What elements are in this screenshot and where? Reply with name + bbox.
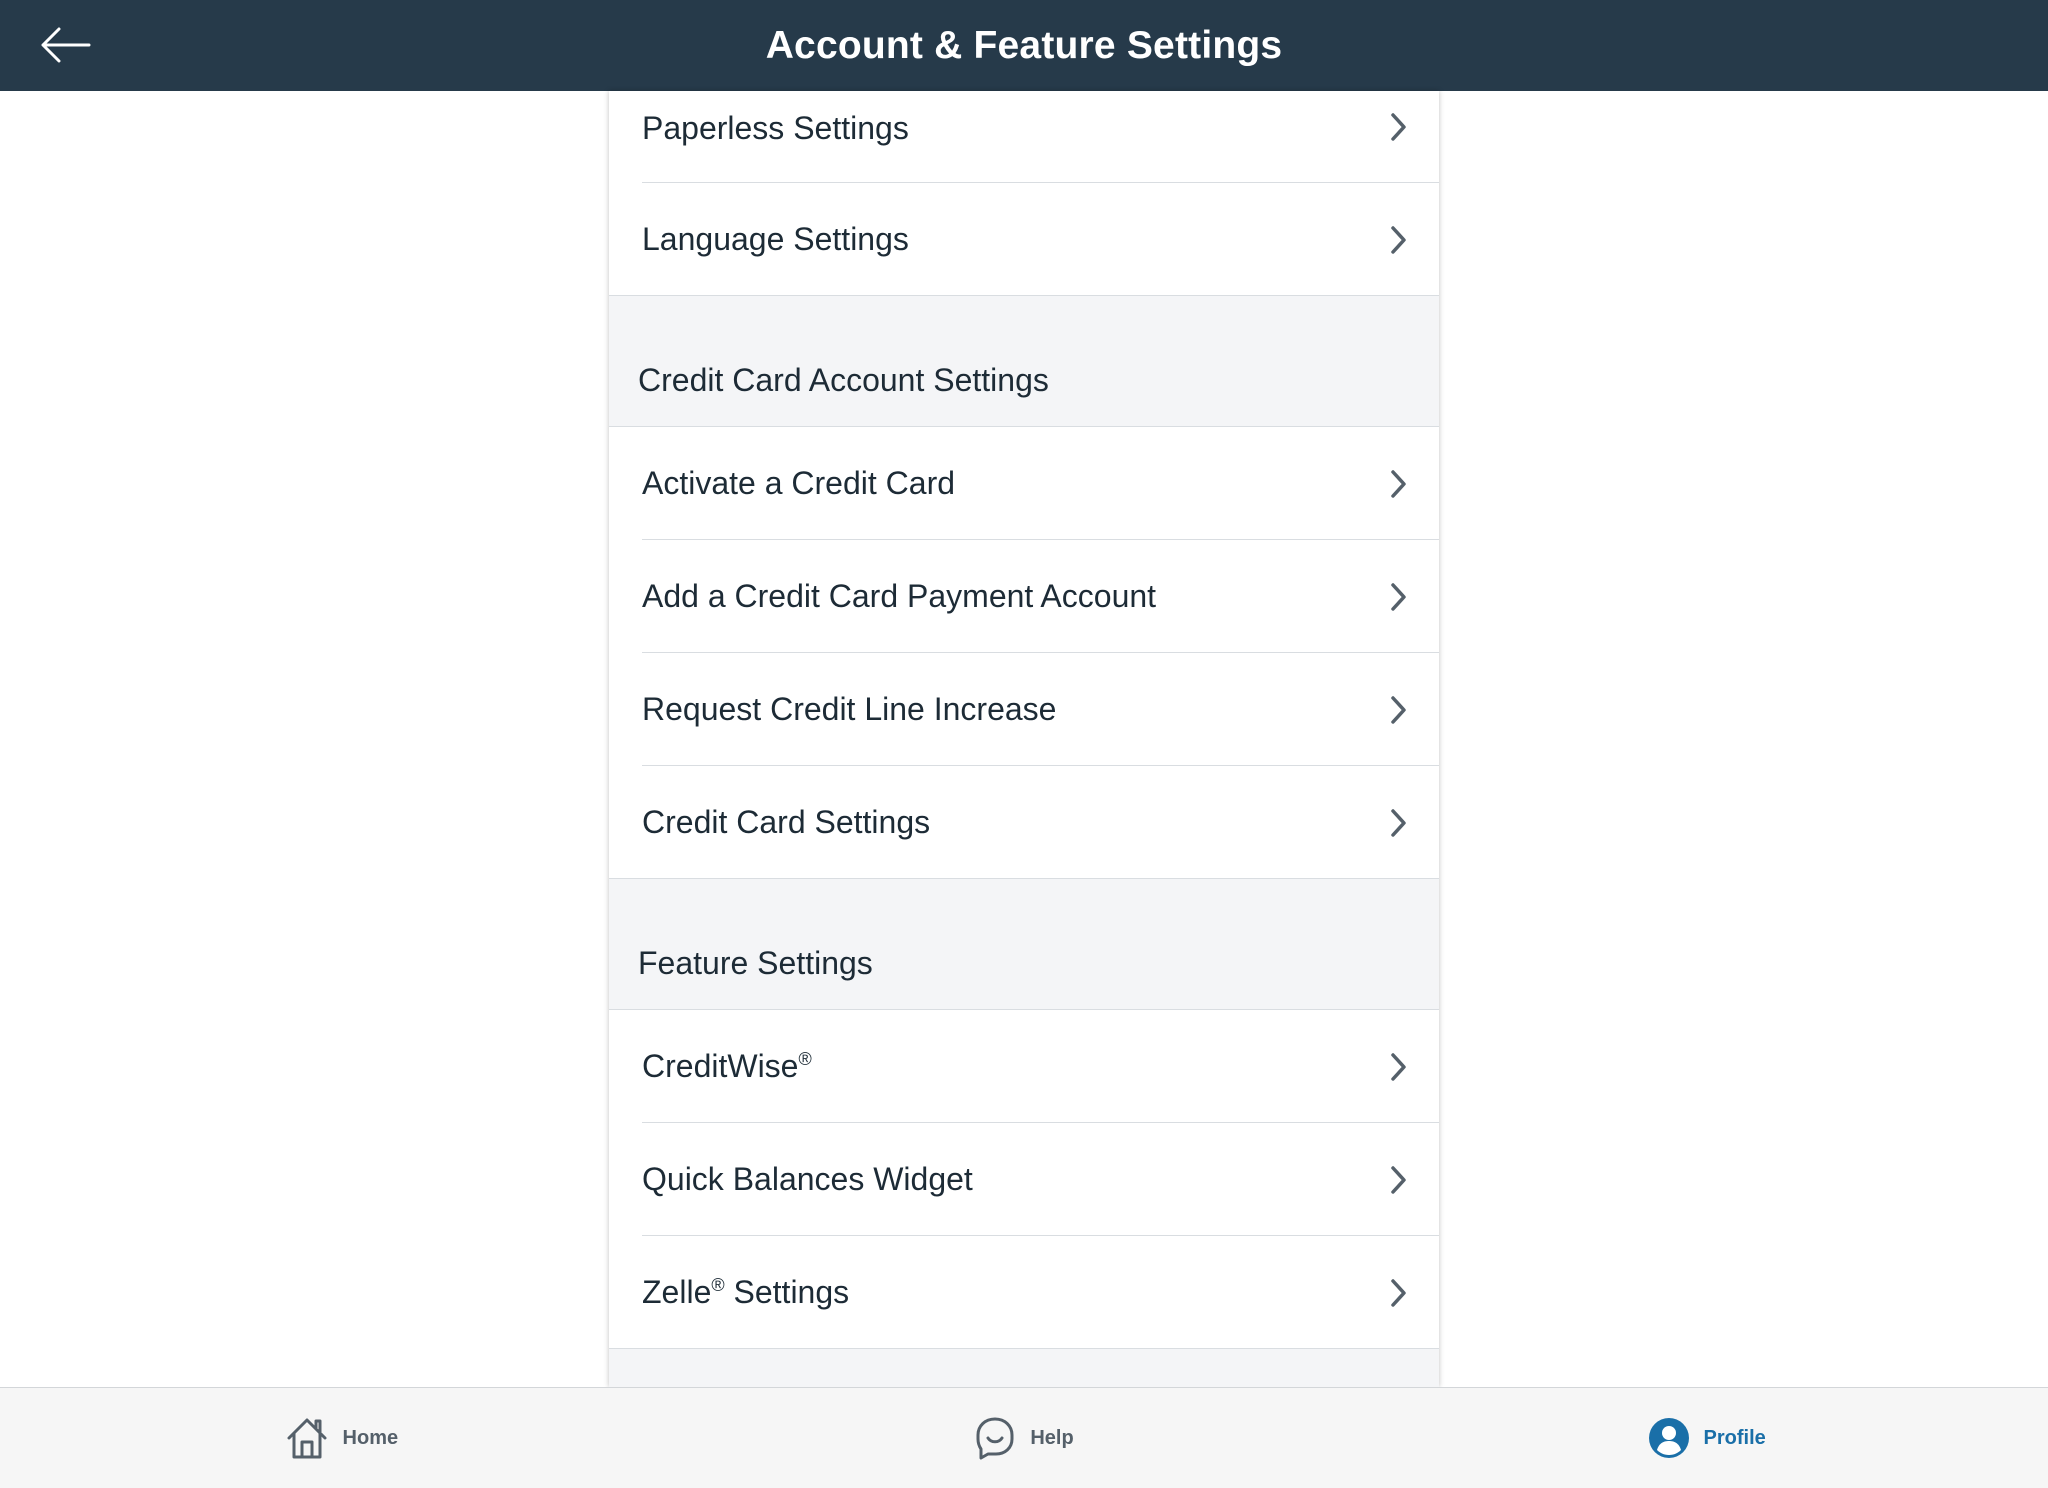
row-label: Quick Balances Widget — [642, 1161, 973, 1197]
row-label: Paperless Settings — [642, 109, 909, 146]
settings-row-language[interactable]: Language Settings — [609, 183, 1439, 296]
section-title: Feature Settings — [638, 945, 873, 981]
tab-label: Profile — [1703, 1426, 1766, 1449]
settings-row-activate-card[interactable]: Activate a Credit Card — [609, 427, 1439, 540]
tab-help[interactable]: Help — [683, 1388, 1366, 1488]
chevron-right-icon — [1385, 222, 1413, 258]
row-label: CreditWise® — [642, 1048, 812, 1084]
tab-label: Home — [342, 1426, 399, 1449]
profile-icon — [1648, 1418, 1689, 1458]
chevron-right-icon — [1385, 805, 1413, 841]
chevron-right-icon — [1385, 692, 1413, 728]
back-button[interactable] — [30, 14, 100, 76]
row-label: Credit Card Settings — [642, 804, 931, 840]
settings-row-creditwise[interactable]: CreditWise® — [609, 1010, 1439, 1123]
chat-bubble-icon — [976, 1417, 1014, 1460]
row-label: Add a Credit Card Payment Account — [642, 578, 1157, 614]
row-label: Request Credit Line Increase — [642, 691, 1057, 727]
settings-row-quick-balances[interactable]: Quick Balances Widget — [609, 1123, 1439, 1236]
row-label: Language Settings — [642, 221, 909, 257]
registered-mark: ® — [798, 1049, 812, 1069]
settings-row-paperless[interactable]: Paperless Settings — [609, 91, 1439, 183]
section-header-feature: Feature Settings — [609, 879, 1439, 1010]
settings-row-credit-card-settings[interactable]: Credit Card Settings — [609, 766, 1439, 879]
arrow-left-icon — [41, 27, 91, 63]
row-label: Activate a Credit Card — [642, 465, 956, 501]
chevron-right-icon — [1385, 1162, 1413, 1198]
section-title: Credit Card Account Settings — [638, 362, 1049, 398]
app-header: Account & Feature Settings — [0, 0, 2048, 91]
chevron-right-icon — [1385, 1275, 1413, 1311]
chevron-right-icon — [1385, 109, 1413, 145]
bottom-tab-bar: Home Help Profile — [0, 1387, 2048, 1488]
row-label: Zelle® Settings — [642, 1274, 850, 1310]
tab-profile[interactable]: Profile — [1365, 1388, 2048, 1488]
chevron-right-icon — [1385, 466, 1413, 502]
settings-row-zelle[interactable]: Zelle® Settings — [609, 1236, 1439, 1349]
home-icon — [287, 1418, 327, 1459]
tab-label: Help — [1030, 1426, 1074, 1449]
page-title: Account & Feature Settings — [765, 23, 1283, 67]
registered-mark: ® — [711, 1275, 725, 1295]
tab-home[interactable]: Home — [0, 1388, 683, 1488]
settings-row-credit-line-increase[interactable]: Request Credit Line Increase — [609, 653, 1439, 766]
chevron-right-icon — [1385, 579, 1413, 615]
settings-row-add-payment-account[interactable]: Add a Credit Card Payment Account — [609, 540, 1439, 653]
section-header-partial — [609, 1349, 1439, 1387]
chevron-right-icon — [1385, 1049, 1413, 1085]
section-header-credit-card: Credit Card Account Settings — [609, 296, 1439, 427]
settings-list[interactable]: Paperless Settings Language Settings Cre… — [609, 91, 1439, 1387]
